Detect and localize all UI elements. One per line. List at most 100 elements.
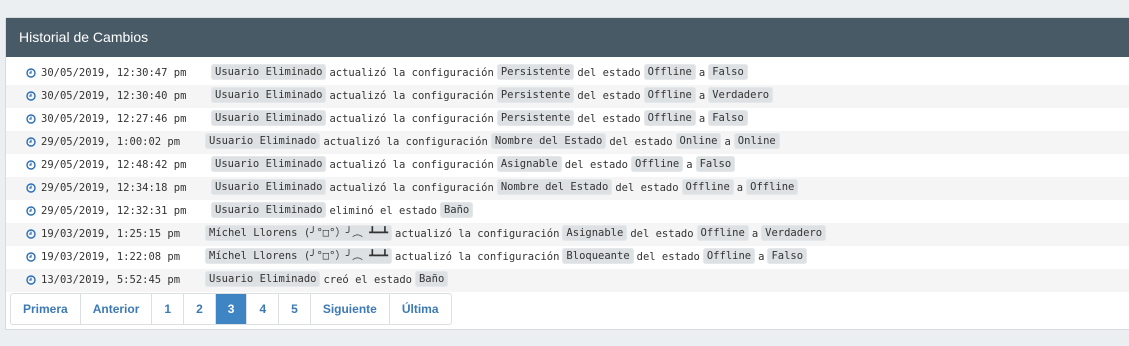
page-primera-button[interactable]: Primera <box>11 294 81 324</box>
panel-title: Historial de Cambios <box>6 18 1129 57</box>
clock-icon <box>26 229 36 239</box>
to-text: a <box>751 228 759 240</box>
page-ultima-button[interactable]: Última <box>390 294 451 324</box>
state-tag: Online <box>675 133 722 149</box>
history-row: 30/05/2019, 12:30:47 pm Usuario Eliminado… <box>6 62 1129 85</box>
state-tag: Offline <box>681 179 734 195</box>
value-tag: Offline <box>746 179 799 195</box>
user-tag: Míchel Llorens (╯°□°）╯︵ ┻━┻ <box>205 248 393 264</box>
change-description: Usuario Eliminado creó el estado Baño <box>205 269 449 292</box>
page-anterior-button[interactable]: Anterior <box>81 294 153 324</box>
to-text: a <box>758 251 765 263</box>
change-description: Usuario Eliminado actualizó la configurac… <box>211 154 736 177</box>
to-text: a <box>724 136 731 148</box>
state-text: del estado <box>609 136 673 148</box>
page-1-button[interactable]: 1 <box>152 294 185 324</box>
timestamp: 19/03/2019, 1:22:08 pm <box>41 251 181 263</box>
state-tag: Offline <box>643 64 696 80</box>
page-siguiente-button[interactable]: Siguiente <box>311 294 390 324</box>
clock-icon <box>26 91 36 101</box>
clock-icon <box>26 183 36 193</box>
action-text: actualizó la configuración <box>395 251 560 263</box>
value-tag: Falso <box>767 248 808 264</box>
action-text: actualizó la configuración <box>329 159 494 171</box>
state-text: del estado <box>615 182 679 194</box>
clock-icon <box>26 252 36 262</box>
clock-icon <box>26 275 36 285</box>
action-text: actualizó la configuración <box>395 228 560 240</box>
to-text: a <box>698 90 706 102</box>
setting-tag: Nombre del Estado <box>490 133 607 149</box>
timestamp: 13/03/2019, 5:52:45 pm <box>41 274 181 286</box>
clock-icon <box>26 137 36 147</box>
change-description: Usuario Eliminado actualizó la configurac… <box>211 177 799 200</box>
clock-icon <box>26 68 36 78</box>
to-text: a <box>698 67 706 79</box>
setting-tag: Persistente <box>496 87 575 103</box>
state-tag: Baño <box>414 271 449 287</box>
state-text: del estado <box>564 159 628 171</box>
timestamp: 30/05/2019, 12:27:46 pm <box>41 113 187 125</box>
setting-tag: Bloqueante <box>562 248 634 264</box>
page-5-button[interactable]: 5 <box>279 294 311 324</box>
state-tag: Offline <box>643 110 696 126</box>
action-text: actualizó la configuración <box>329 90 494 102</box>
history-row: 19/03/2019, 1:25:15 pm Míchel Llorens (╯°… <box>6 223 1129 246</box>
action-text: actualizó la configuración <box>323 136 488 148</box>
history-row: 29/05/2019, 1:00:02 pm Usuario Eliminado a… <box>6 131 1129 154</box>
user-tag: Usuario Eliminado <box>205 271 321 287</box>
pagination: Primera Anterior 1 2 3 4 5 Siguiente Última <box>10 293 452 325</box>
value-tag: Falso <box>708 110 748 126</box>
action-text: creó el estado <box>323 274 412 286</box>
state-tag: Baño <box>439 202 474 218</box>
state-text: del estado <box>577 90 641 102</box>
change-description: Usuario Eliminado eliminó el estado Baño <box>211 200 474 223</box>
value-tag: Online <box>733 133 780 149</box>
history-row: 29/05/2019, 12:32:31 pm Usuario Eliminado… <box>6 200 1129 223</box>
user-tag: Usuario Eliminado <box>211 179 327 195</box>
value-tag: Verdadero <box>761 225 827 241</box>
user-tag: Usuario Eliminado <box>211 156 327 172</box>
state-tag: Offline <box>696 225 749 241</box>
user-tag: Usuario Eliminado <box>205 133 321 149</box>
setting-tag: Persistente <box>496 110 575 126</box>
state-text: del estado <box>577 113 641 125</box>
value-tag: Verdadero <box>708 87 774 103</box>
history-row: 19/03/2019, 1:22:08 pm Míchel Llorens (╯°… <box>6 246 1129 269</box>
timestamp: 29/05/2019, 1:00:02 pm <box>41 136 181 148</box>
clock-icon <box>26 206 36 216</box>
to-text: a <box>736 182 744 194</box>
setting-tag: Asignable <box>496 156 562 172</box>
timestamp: 30/05/2019, 12:30:47 pm <box>41 67 187 79</box>
clock-icon <box>26 160 36 170</box>
state-tag: Offline <box>630 156 684 172</box>
user-tag: Usuario Eliminado <box>211 87 327 103</box>
action-text: actualizó la configuración <box>329 67 494 79</box>
change-description: Usuario Eliminado actualizó la configurac… <box>211 62 748 85</box>
clock-icon <box>26 114 36 124</box>
value-tag: Falso <box>708 64 748 80</box>
timestamp: 19/03/2019, 1:25:15 pm <box>41 228 181 240</box>
change-description: Usuario Eliminado actualizó la configurac… <box>205 131 780 154</box>
setting-tag: Persistente <box>496 64 575 80</box>
timestamp: 30/05/2019, 12:30:40 pm <box>41 90 187 102</box>
page-4-button[interactable]: 4 <box>247 294 280 324</box>
user-tag: Usuario Eliminado <box>211 202 327 218</box>
timestamp: 29/05/2019, 12:32:31 pm <box>41 205 187 217</box>
history-row: 29/05/2019, 12:34:18 pm Usuario Eliminado… <box>6 177 1129 200</box>
history-row: 13/03/2019, 5:52:45 pm Usuario Eliminado c… <box>6 269 1129 292</box>
page-3-button[interactable]: 3 <box>215 294 248 324</box>
page-2-button[interactable]: 2 <box>184 294 216 324</box>
user-tag: Míchel Llorens (╯°□°）╯︵ ┻━┻ <box>205 225 393 241</box>
state-text: del estado <box>636 251 700 263</box>
history-row: 30/05/2019, 12:27:46 pm Usuario Eliminado… <box>6 108 1129 131</box>
state-tag: Offline <box>702 248 756 264</box>
history-panel: Historial de Cambios 30/05/2019, 12:30:4… <box>5 17 1129 330</box>
timestamp: 29/05/2019, 12:34:18 pm <box>41 182 187 194</box>
state-text: del estado <box>630 228 694 240</box>
setting-tag: Asignable <box>562 225 628 241</box>
action-text: actualizó la configuración <box>329 182 494 194</box>
change-description: Míchel Llorens (╯°□°）╯︵ ┻━┻ actualizó la … <box>205 223 827 246</box>
action-text: actualizó la configuración <box>329 113 494 125</box>
to-text: a <box>686 159 693 171</box>
